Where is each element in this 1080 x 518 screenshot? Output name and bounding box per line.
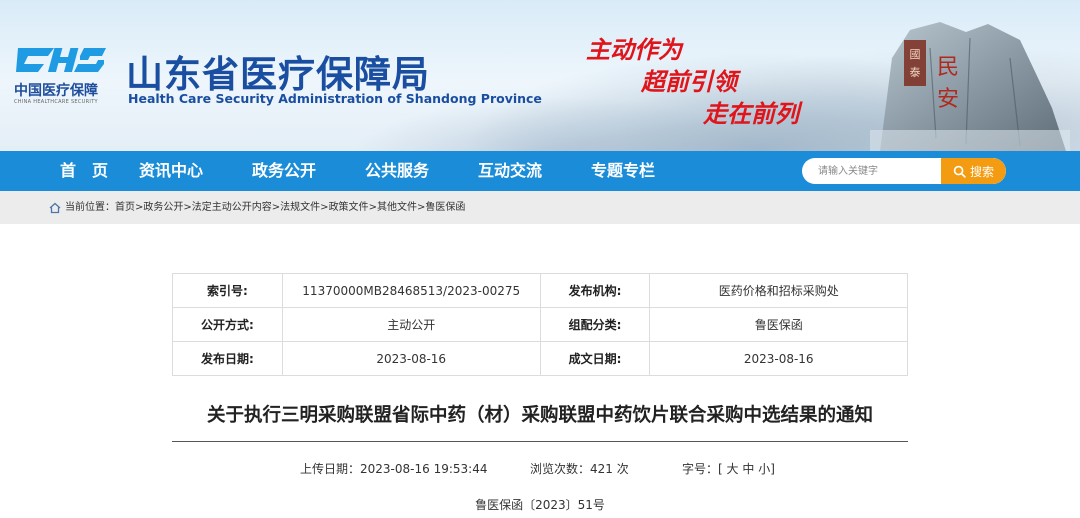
breadcrumb-separator: > [271,202,281,213]
header-banner: 中国医疗保障 CHINA HEALTHCARE SECURITY 山东省医疗保障… [0,0,1080,151]
breadcrumb-separator: > [135,202,144,213]
breadcrumb-item-home[interactable]: 首页 [115,191,135,224]
index-number-label: 索引号: [172,273,283,308]
svg-text:泰: 泰 [910,65,921,79]
search-input[interactable] [802,158,942,184]
breadcrumb-item-regulations[interactable]: 法规文件 [280,191,320,224]
nav-item-gov-affairs[interactable]: 政务公开 [252,151,316,191]
breadcrumb-separator: > [320,202,329,213]
nav-item-news[interactable]: 资讯中心 [139,151,203,191]
nav-item-public-service[interactable]: 公共服务 [365,151,429,191]
table-row: 公开方式: 主动公开 组配分类: 鲁医保函 [172,307,908,342]
table-row: 发布日期: 2023-08-16 成文日期: 2023-08-16 [172,341,908,376]
breadcrumb-separator: > [416,202,426,213]
site-subtitle: Health Care Security Administration of S… [128,91,542,106]
breadcrumb-bar: 当前位置： 首页 > 政务公开 > 法定主动公开内容 > 法规文件 > 政策文件… [0,191,1080,224]
font-size-control: 字号：[ 大 中 小] [682,462,775,476]
breadcrumb-prefix: 当前位置： [65,202,115,213]
disclosure-method-value: 主动公开 [281,307,541,342]
breadcrumb-item-policy[interactable]: 政策文件 [329,191,369,224]
view-count-value: 421 [590,462,613,476]
category-value: 鲁医保函 [649,307,908,342]
upload-date-value: 2023-08-16 19:53:44 [360,462,488,476]
written-date-label: 成文日期: [539,341,651,376]
document-number: 鲁医保函〔2023〕51号 [475,498,605,512]
slogan-line-1: 主动作为 [586,35,682,64]
breadcrumb-item-current[interactable]: 鲁医保函 [425,191,465,224]
search-button-label: 搜索 [969,164,994,179]
upload-date-label: 上传日期： [300,462,361,476]
category-label: 组配分类: [539,307,651,342]
written-date-value: 2023-08-16 [649,341,908,376]
taishan-rock-image: 國 泰 民 安 [870,22,1070,151]
breadcrumb-item-other[interactable]: 其他文件 [377,191,417,224]
title-divider [172,441,908,442]
site-title[interactable]: 山东省医疗保障局 [126,44,430,98]
table-row: 索引号: 11370000MB28468513/2023-00275 发布机构:… [172,273,908,308]
breadcrumb-separator: > [183,202,192,213]
search-button[interactable]: 搜索 [941,158,1006,184]
view-count: 浏览次数：421 次 [530,460,629,477]
font-size-large-button[interactable]: 大 [727,462,739,476]
slogan-line-2: 超前引领 [641,67,737,96]
font-size-small-button[interactable]: 小 [758,462,770,476]
svg-text:國: 國 [910,48,921,61]
article-title: 关于执行三明采购联盟省际中药（材）采购联盟中药饮片联合采购中选结果的通知 [206,405,873,426]
logo-text-cn: 中国医疗保障 [14,83,98,99]
view-count-label: 浏览次数： [530,462,591,476]
upload-date: 上传日期：2023-08-16 19:53:44 [300,460,487,477]
breadcrumb-separator: > [368,202,377,213]
slogan-line-3: 走在前列 [703,99,799,128]
index-number-value: 11370000MB28468513/2023-00275 [281,273,541,308]
breadcrumb: 当前位置： 首页 > 政务公开 > 法定主动公开内容 > 法规文件 > 政策文件… [49,191,465,224]
nav-item-special-topics[interactable]: 专题专栏 [591,151,655,191]
disclosure-method-label: 公开方式: [172,307,283,342]
nav-item-home[interactable]: 首 页 [60,151,108,191]
search-box: 搜索 [802,158,1006,184]
publish-date-label: 发布日期: [172,341,283,376]
logo-text-en: CHINA HEALTHCARE SECURITY [14,99,98,105]
search-icon [953,165,966,178]
breadcrumb-item-gov-affairs[interactable]: 政务公开 [143,191,183,224]
document-info-table: 索引号: 11370000MB28468513/2023-00275 发布机构:… [172,273,908,376]
font-size-medium-button[interactable]: 中 [742,462,754,476]
publish-date-value: 2023-08-16 [281,341,541,376]
font-size-label: 字号： [682,462,719,476]
breadcrumb-item-statutory[interactable]: 法定主动公开内容 [192,191,272,224]
svg-text:安: 安 [937,87,959,112]
home-icon [49,202,61,213]
svg-text:民: 民 [937,55,959,80]
view-count-unit: 次 [616,462,629,476]
nav-item-interaction[interactable]: 互动交流 [478,151,542,191]
chs-logo [16,48,106,72]
issuing-agency-label: 发布机构: [539,273,651,308]
issuing-agency-value: 医药价格和招标采购处 [649,273,908,308]
